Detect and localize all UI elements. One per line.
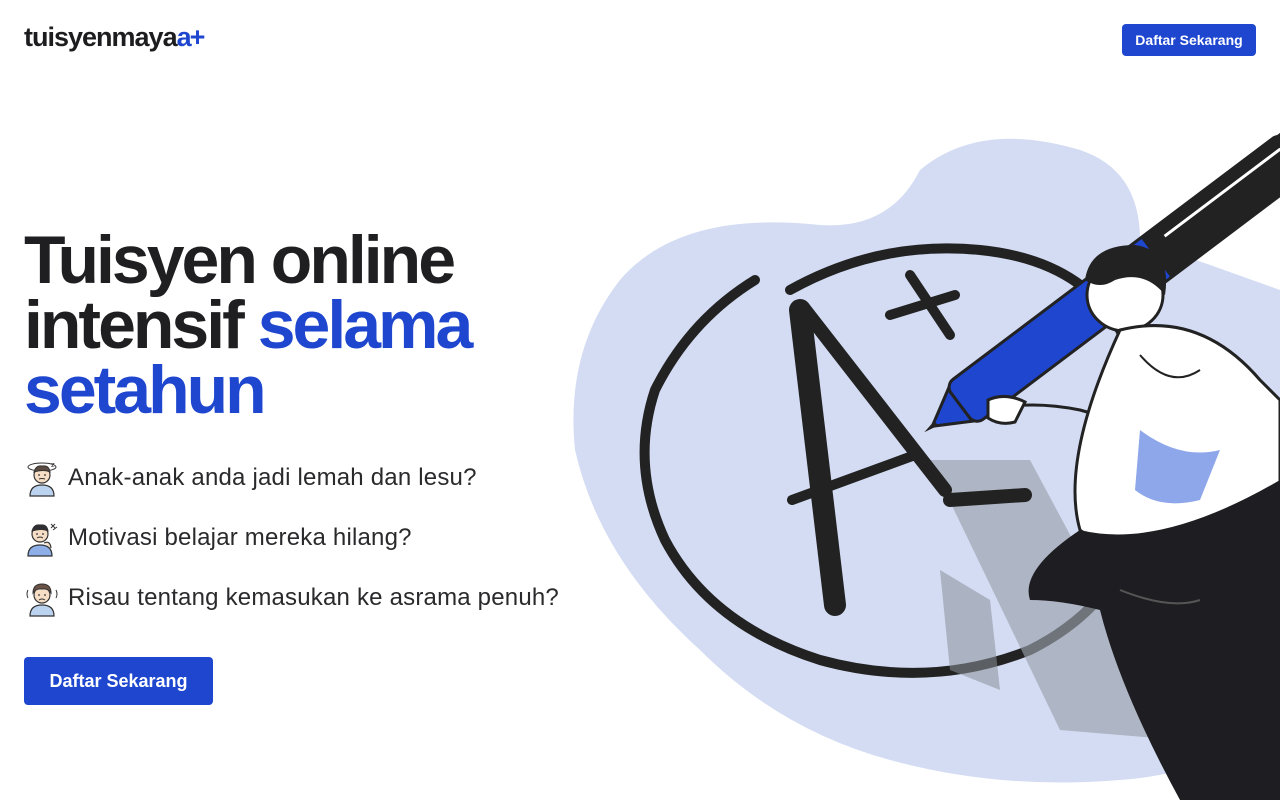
logo-text: tuisyenmaya [24, 22, 178, 52]
pain-points-list: z Anak-anak anda jadi lemah dan lesu? Mo… [24, 458, 584, 638]
brand-logo[interactable]: tuisyenmaya a+ [24, 22, 206, 53]
pain-point-item: Motivasi belajar mereka hilang? [24, 518, 584, 558]
logo-accent: a+ [176, 22, 206, 52]
pain-point-text: Anak-anak anda jadi lemah dan lesu? [68, 464, 477, 491]
frustrated-child-icon [27, 523, 58, 557]
worried-child-icon [26, 583, 58, 617]
tired-child-icon: z [27, 461, 57, 497]
headline-line-3-blue: setahun [24, 352, 267, 428]
svg-text:z: z [51, 461, 55, 469]
header-register-button[interactable]: Daftar Sekarang [1122, 24, 1256, 56]
pain-point-item: z Anak-anak anda jadi lemah dan lesu? [24, 458, 584, 498]
landing-page: tuisyenmaya a+ Daftar Sekarang Tuisyen on… [0, 0, 1280, 800]
hero-headline: Tuisyen online intensif selama setahun [24, 226, 584, 424]
pain-point-text: Risau tentang kemasukan ke asrama penuh? [68, 584, 559, 611]
pain-point-text: Motivasi belajar mereka hilang? [68, 524, 412, 551]
hero-register-button[interactable]: Daftar Sekarang [24, 657, 213, 705]
pain-point-item: Risau tentang kemasukan ke asrama penuh? [24, 578, 584, 618]
headline-line-2-blue: selama [257, 287, 474, 363]
student-writing-grade-illustration [573, 132, 1280, 800]
